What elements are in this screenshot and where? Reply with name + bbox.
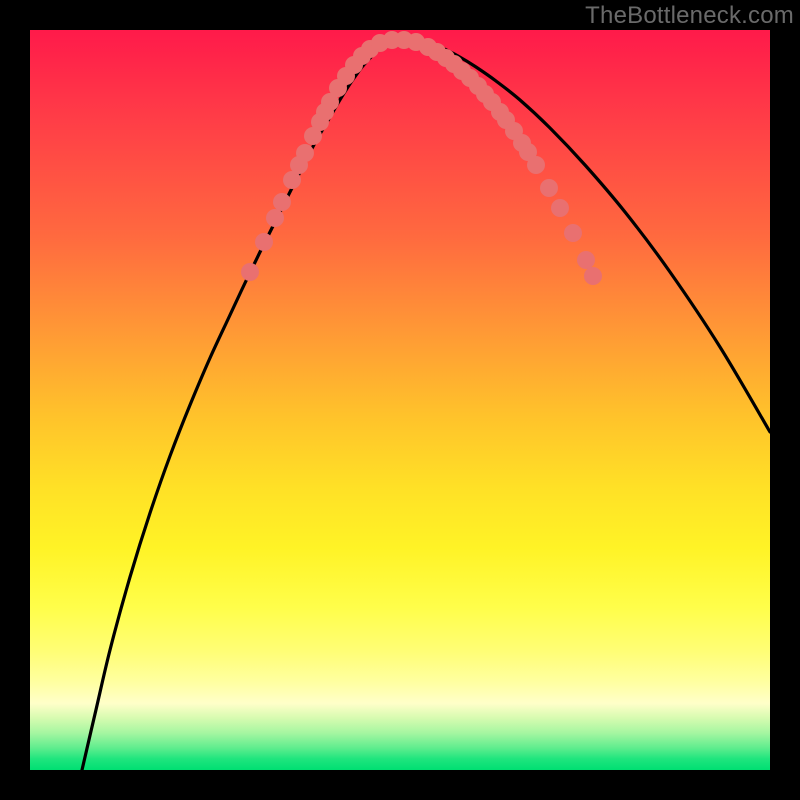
chart-marker xyxy=(296,144,314,162)
chart-marker xyxy=(551,199,569,217)
chart-marker xyxy=(527,156,545,174)
chart-marker xyxy=(255,233,273,251)
chart-curve-line xyxy=(82,38,770,770)
chart-marker xyxy=(266,209,284,227)
chart-marker xyxy=(584,267,602,285)
chart-marker xyxy=(577,251,595,269)
chart-marker xyxy=(564,224,582,242)
chart-marker xyxy=(540,179,558,197)
chart-svg xyxy=(30,30,770,770)
chart-canvas: TheBottleneck.com xyxy=(0,0,800,800)
chart-marker xyxy=(273,193,291,211)
chart-marker xyxy=(241,263,259,281)
chart-plot-area xyxy=(30,30,770,770)
chart-markers xyxy=(241,31,602,285)
watermark-text: TheBottleneck.com xyxy=(585,2,794,30)
